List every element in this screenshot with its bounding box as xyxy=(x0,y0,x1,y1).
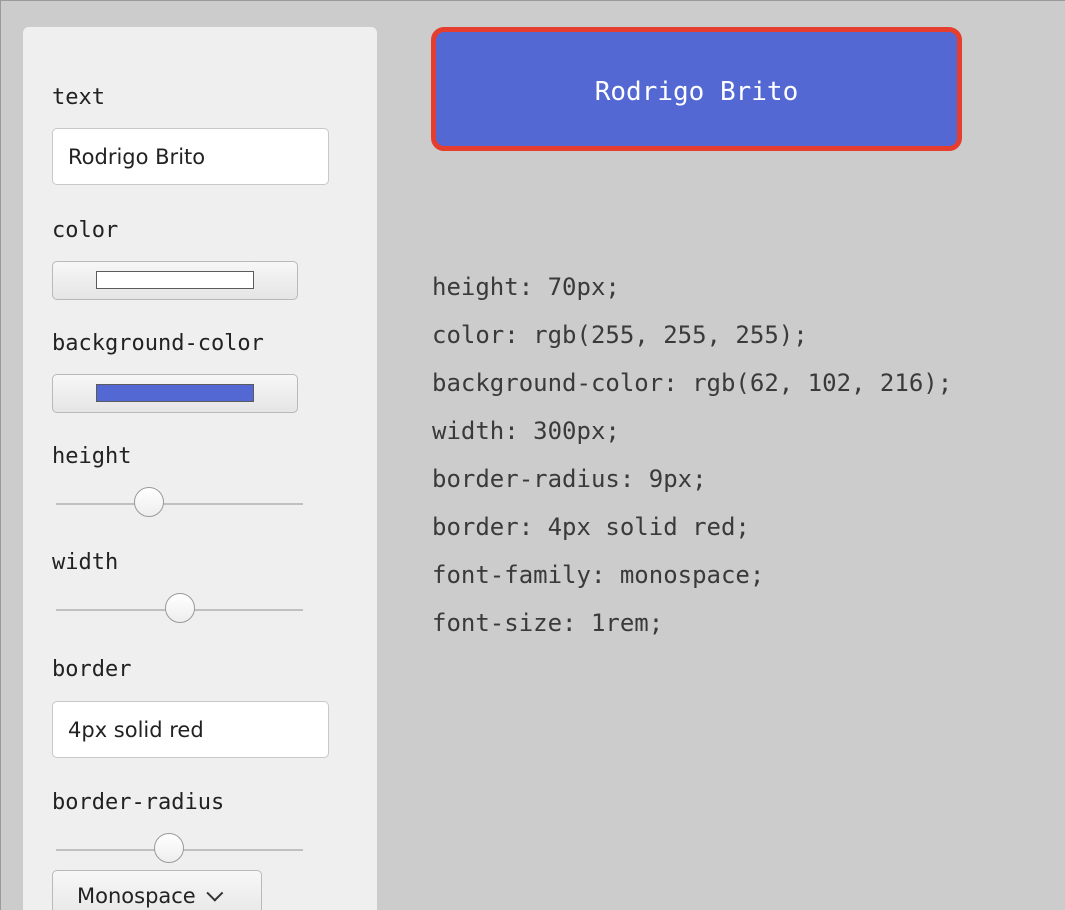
height-label: height xyxy=(52,444,132,469)
controls-panel: text color background-color height width… xyxy=(23,27,377,910)
css-line-font-family: font-family: monospace; xyxy=(432,561,765,589)
background-color-picker-button[interactable] xyxy=(52,374,298,413)
css-line-font-size: font-size: 1rem; xyxy=(432,609,664,637)
color-swatch xyxy=(96,271,254,289)
css-output: height: 70px; color: rgb(255, 255, 255);… xyxy=(432,263,952,647)
preview-button-text: Rodrigo Brito xyxy=(594,77,799,107)
font-family-select-value: Monospace xyxy=(77,884,196,908)
css-line-color: color: rgb(255, 255, 255); xyxy=(432,321,808,349)
border-radius-slider-thumb[interactable] xyxy=(154,833,184,863)
background-color-swatch xyxy=(96,384,254,402)
width-slider[interactable] xyxy=(56,593,303,627)
preview-button[interactable]: Rodrigo Brito xyxy=(431,27,962,151)
font-family-select[interactable]: Monospace xyxy=(52,870,262,910)
css-line-width: width: 300px; xyxy=(432,417,620,445)
border-radius-slider[interactable] xyxy=(56,833,303,867)
width-label: width xyxy=(52,550,119,575)
height-slider-thumb[interactable] xyxy=(134,487,164,517)
height-slider-track xyxy=(56,503,303,505)
css-line-border-radius: border-radius: 9px; xyxy=(432,465,707,493)
css-line-height: height: 70px; xyxy=(432,273,620,301)
css-line-background-color: background-color: rgb(62, 102, 216); xyxy=(432,369,953,397)
border-label: border xyxy=(52,657,132,682)
color-label: color xyxy=(52,218,119,243)
width-slider-thumb[interactable] xyxy=(165,593,195,623)
border-radius-label: border-radius xyxy=(52,790,225,815)
text-label: text xyxy=(52,85,105,110)
border-input[interactable] xyxy=(52,701,329,758)
chevron-down-icon xyxy=(206,884,224,902)
app-window: text color background-color height width… xyxy=(0,0,1065,910)
css-line-border: border: 4px solid red; xyxy=(432,513,750,541)
text-input[interactable] xyxy=(52,128,329,185)
background-color-label: background-color xyxy=(52,331,264,356)
height-slider[interactable] xyxy=(56,487,303,521)
color-picker-button[interactable] xyxy=(52,261,298,300)
